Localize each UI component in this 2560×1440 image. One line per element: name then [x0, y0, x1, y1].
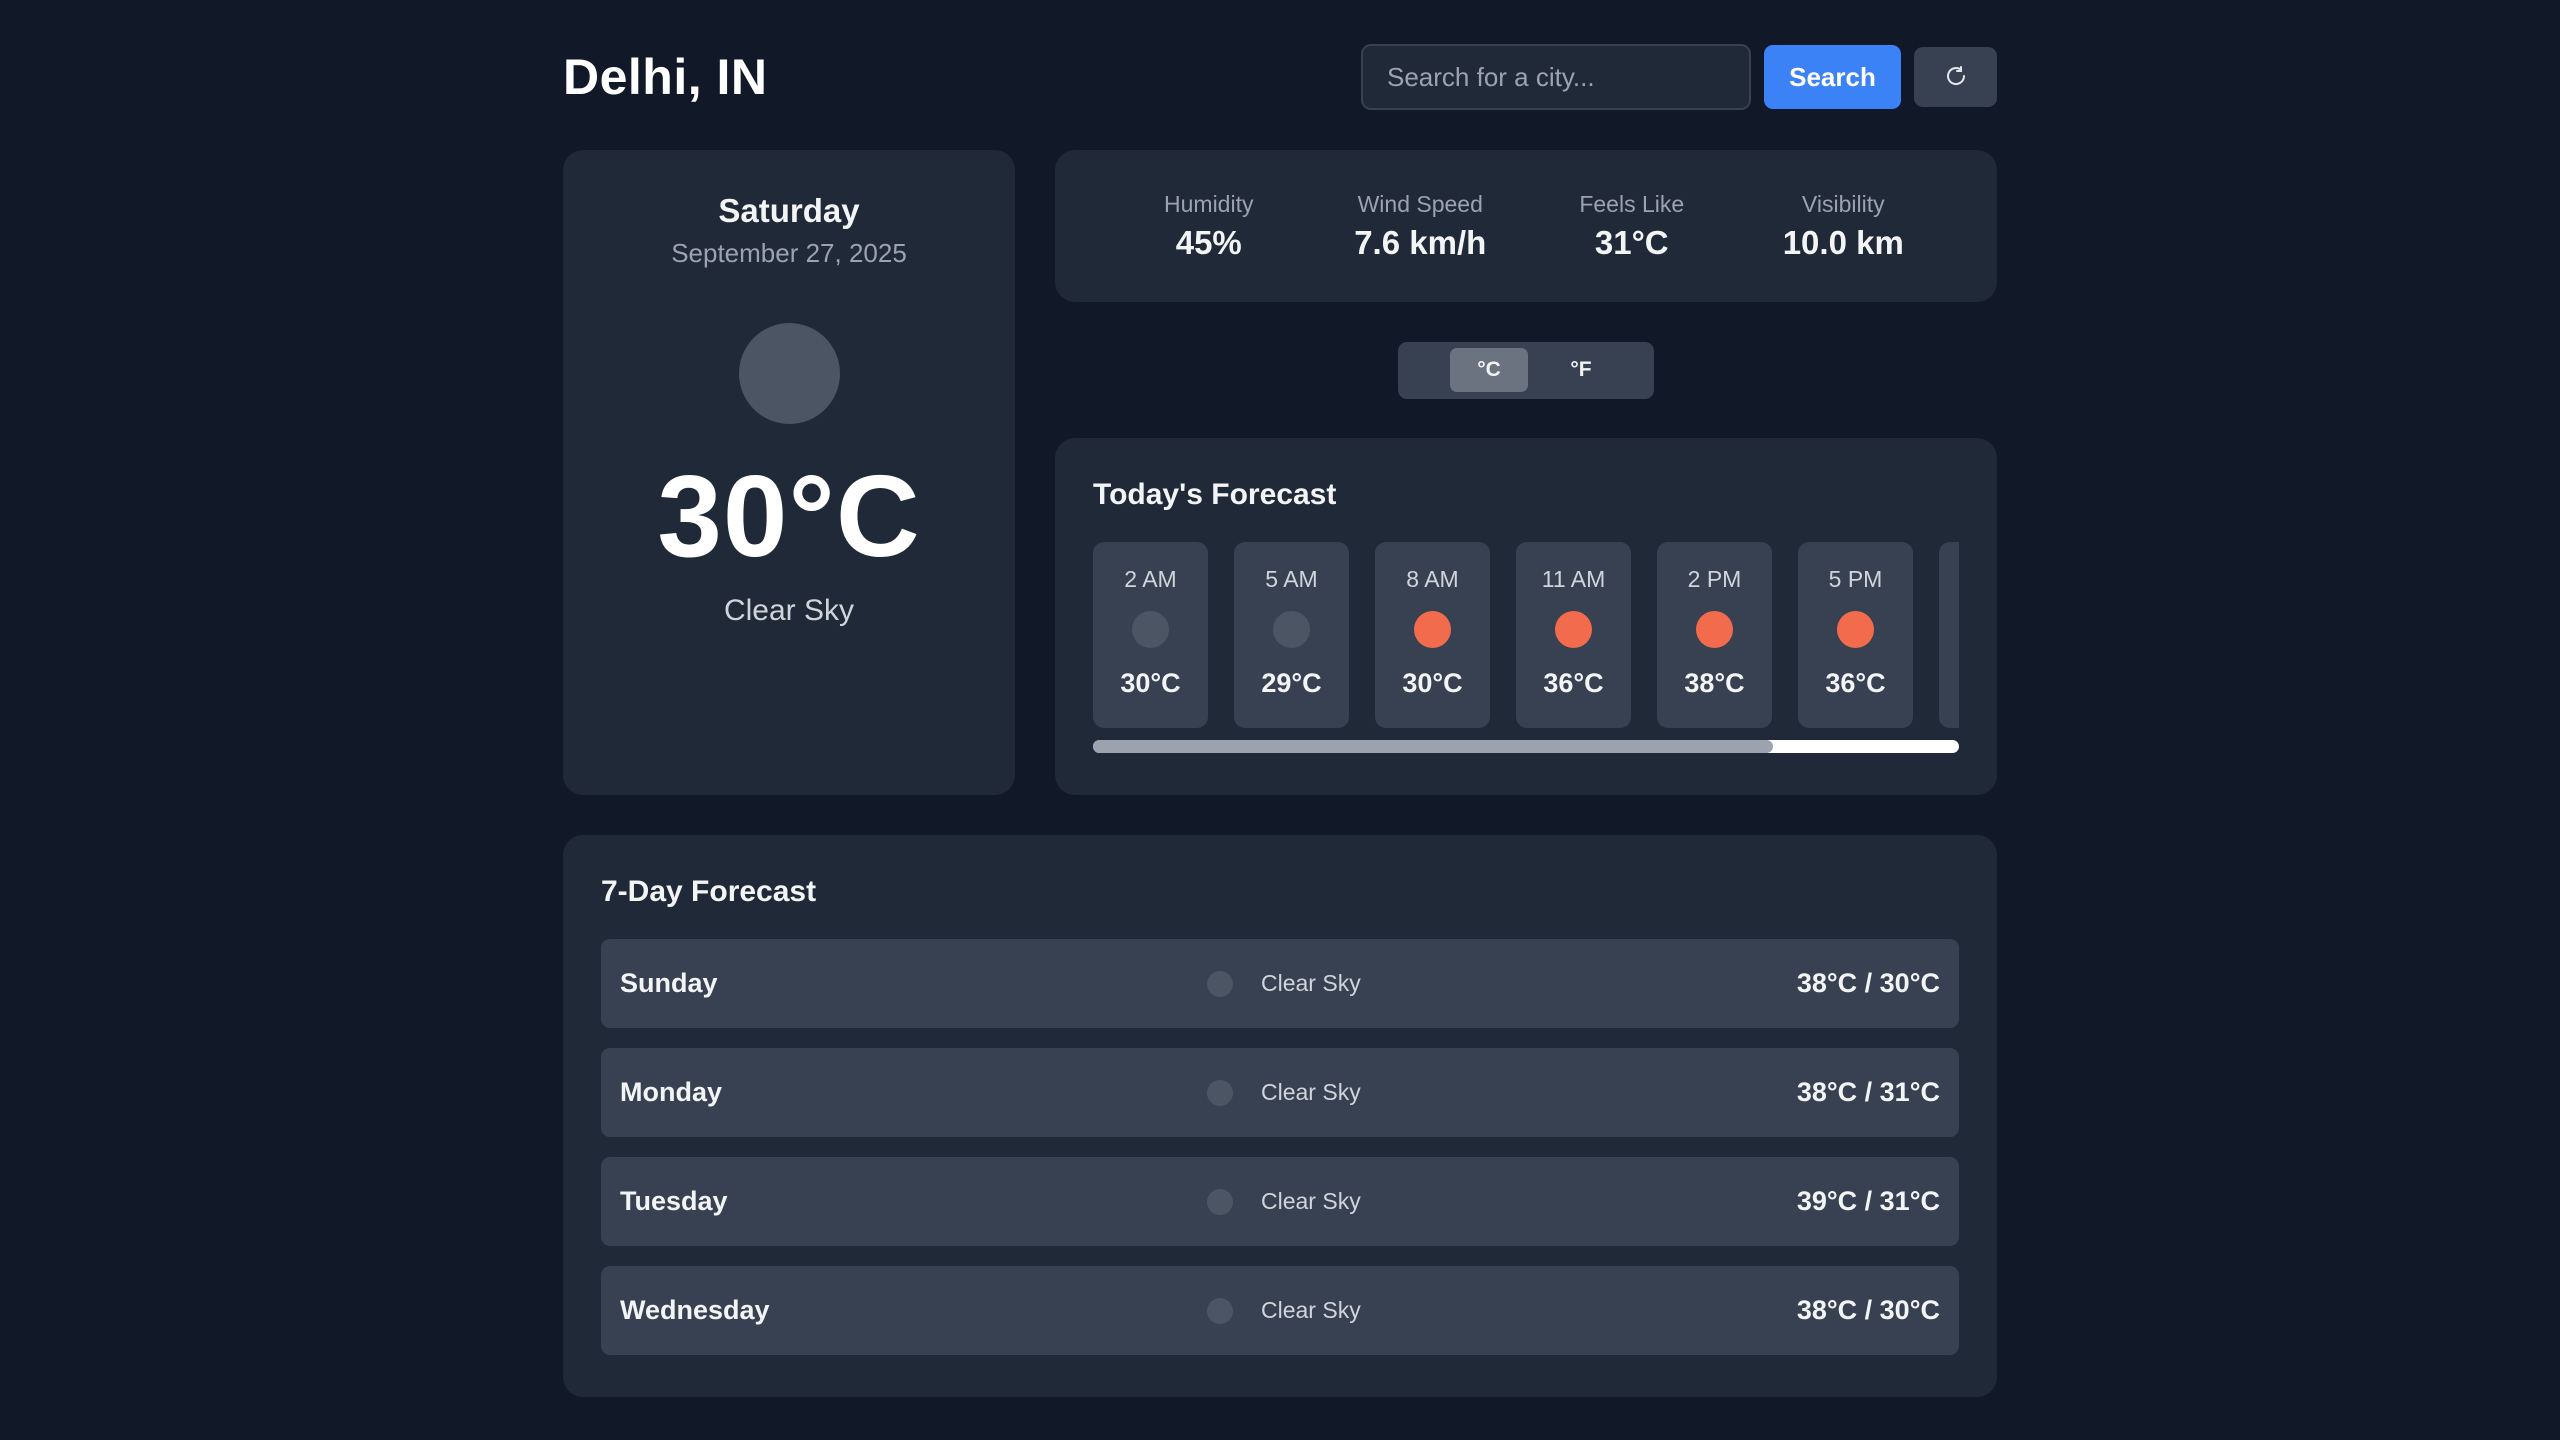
current-condition: Clear Sky [723, 594, 855, 627]
day-row-condition: Clear Sky [1261, 1188, 1361, 1214]
hour-time: 5 AM [1265, 566, 1318, 592]
hour-temp: 38°C [1684, 668, 1745, 698]
header: Delhi, IN Search [563, 44, 1997, 110]
hour-card: 2 PM 38°C [1657, 542, 1772, 728]
search-button[interactable]: Search [1764, 45, 1901, 109]
fahrenheit-button[interactable]: °F [1542, 348, 1620, 392]
hourly-scrollbar[interactable] [1093, 740, 1959, 753]
search-input[interactable] [1361, 44, 1751, 110]
refresh-button[interactable] [1914, 47, 1997, 107]
hour-temp: 30°C [1120, 668, 1181, 698]
weather-icon [1207, 970, 1233, 997]
weather-icon [1207, 1079, 1233, 1106]
day-row-condition: Clear Sky [1261, 970, 1361, 996]
stat-wind-speed: Wind Speed 7.6 km/h [1330, 191, 1510, 262]
sun-icon [1837, 611, 1874, 648]
stat-label: Feels Like [1579, 190, 1685, 217]
hourly-forecast-title: Today's Forecast [1093, 478, 1337, 511]
weather-icon [1207, 1188, 1233, 1215]
hour-time: 8 AM [1406, 566, 1459, 592]
stat-visibility: Visibility 10.0 km [1753, 191, 1933, 262]
stat-value: 10.0 km [1782, 223, 1904, 261]
current-weather-card: Saturday September 27, 2025 30°C Clear S… [563, 150, 1015, 795]
celsius-button[interactable]: °C [1450, 348, 1528, 392]
stat-feels-like: Feels Like 31°C [1542, 191, 1722, 262]
city-title: Delhi, IN [563, 49, 768, 105]
day-row-temps: 38°C / 30°C [1796, 968, 1940, 998]
current-date: September 27, 2025 [671, 238, 907, 268]
hour-card-partial [1939, 542, 1959, 728]
sun-icon [1555, 611, 1592, 648]
hour-card: 8 AM 30°C [1375, 542, 1490, 728]
hour-temp: 36°C [1543, 668, 1604, 698]
current-temperature: 30°C [657, 451, 921, 581]
day-row-name: Sunday [620, 968, 718, 998]
unit-toggle-wrapper: °C °F [1055, 302, 1997, 438]
stat-value: 7.6 km/h [1354, 223, 1487, 261]
stat-humidity: Humidity 45% [1119, 191, 1299, 262]
search-area: Search [1361, 44, 1997, 110]
stat-value: 31°C [1594, 223, 1669, 261]
stats-card: Humidity 45% Wind Speed 7.6 km/h Feels L… [1055, 150, 1997, 302]
hour-time: 2 PM [1687, 566, 1742, 592]
day-row: Sunday Clear Sky 38°C / 30°C [601, 939, 1959, 1028]
current-day: Saturday [718, 192, 860, 229]
day-row: Monday Clear Sky 38°C / 31°C [601, 1048, 1959, 1137]
day-row-name: Wednesday [620, 1295, 770, 1325]
day-row-temps: 39°C / 31°C [1796, 1186, 1940, 1216]
sun-icon [1414, 611, 1451, 648]
weekly-forecast-card: 7-Day Forecast Sunday Clear Sky 38°C / 3… [563, 835, 1997, 1397]
stat-label: Visibility [1801, 190, 1885, 217]
day-row-name: Monday [620, 1077, 723, 1107]
hourly-strip[interactable]: 2 AM 30°C 5 AM 29°C 8 AM 30°C 11 AM 36°C… [1093, 542, 1959, 728]
hour-time: 2 AM [1124, 566, 1177, 592]
right-column: Humidity 45% Wind Speed 7.6 km/h Feels L… [1055, 150, 1997, 795]
stat-label: Humidity [1164, 190, 1254, 217]
weather-icon [1207, 1297, 1233, 1324]
hour-card: 5 AM 29°C [1234, 542, 1349, 728]
hour-time: 11 AM [1541, 566, 1606, 592]
weather-app: Delhi, IN Search Saturday September 27, … [563, 44, 1997, 1397]
night-icon [1273, 611, 1310, 648]
hour-temp: 36°C [1825, 668, 1886, 698]
hour-temp: 30°C [1402, 668, 1463, 698]
day-row-temps: 38°C / 31°C [1796, 1077, 1940, 1107]
sun-icon [1696, 611, 1733, 648]
hour-time: 5 PM [1828, 566, 1883, 592]
hourly-forecast-card: Today's Forecast 2 AM 30°C 5 AM 29°C 8 A… [1055, 438, 1997, 795]
main-row: Saturday September 27, 2025 30°C Clear S… [563, 150, 1997, 795]
day-row-temps: 38°C / 30°C [1796, 1295, 1940, 1325]
night-icon [1132, 611, 1169, 648]
night-moon-icon [738, 323, 840, 424]
hour-card: 2 AM 30°C [1093, 542, 1208, 728]
stat-value: 45% [1175, 223, 1242, 261]
hourly-scrollbar-thumb[interactable] [1093, 740, 1773, 753]
weekly-forecast-title: 7-Day Forecast [601, 875, 817, 908]
hour-card: 11 AM 36°C [1516, 542, 1631, 728]
hour-card: 5 PM 36°C [1798, 542, 1913, 728]
day-row-condition: Clear Sky [1261, 1079, 1361, 1105]
stat-label: Wind Speed [1357, 190, 1483, 217]
refresh-icon [1944, 64, 1968, 91]
day-row: Tuesday Clear Sky 39°C / 31°C [601, 1157, 1959, 1246]
unit-toggle: °C °F [1398, 341, 1654, 399]
day-row: Wednesday Clear Sky 38°C / 30°C [601, 1266, 1959, 1355]
hour-temp: 29°C [1261, 668, 1322, 698]
weekly-list: Sunday Clear Sky 38°C / 30°C Monday Clea… [601, 939, 1959, 1355]
day-row-name: Tuesday [620, 1186, 728, 1216]
day-row-condition: Clear Sky [1261, 1297, 1361, 1323]
